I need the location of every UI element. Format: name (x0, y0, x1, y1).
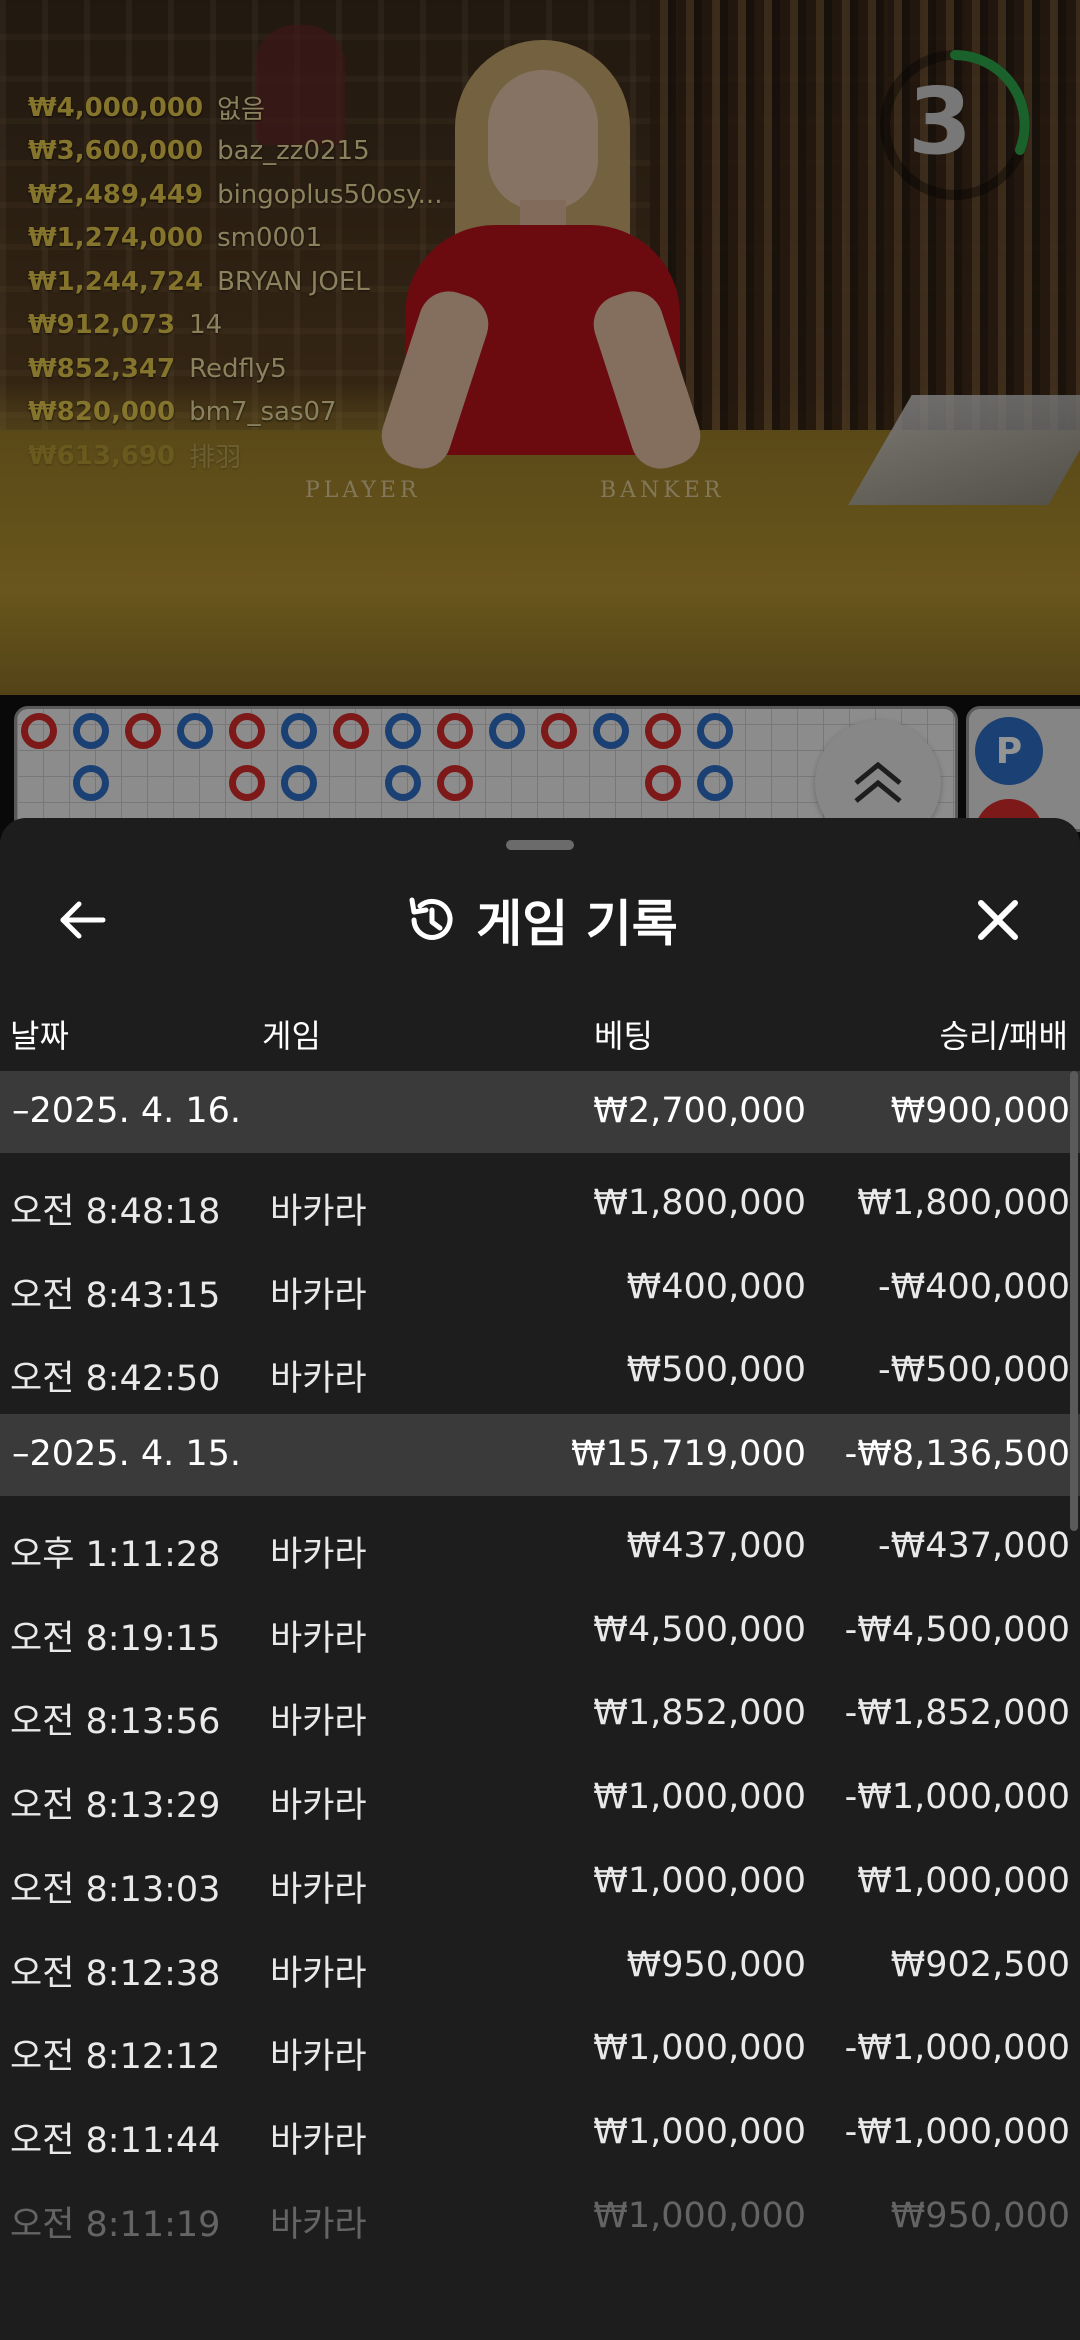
row-bet: ₩1,000,000 (593, 2028, 806, 2069)
row-game: 바카라 (270, 2037, 367, 2078)
row-game: 바카라 (270, 1786, 367, 1827)
row-result: ₩950,000 (890, 2195, 1070, 2236)
group-date: –2025. 4. 16. (12, 1091, 242, 1131)
history-row[interactable]: 오전 8:11:19 바카라 ₩1,000,000 ₩950,000 (0, 2176, 1080, 2260)
row-bet: ₩437,000 (626, 1526, 806, 1567)
row-time: 오전 8:13:56 (10, 1702, 221, 1743)
history-list[interactable]: –2025. 4. 16. ₩2,700,000 ₩900,000 오전 8:48:1… (0, 1071, 1080, 2259)
row-game: 바카라 (270, 2204, 367, 2245)
history-row[interactable]: 오전 8:13:03 바카라 ₩1,000,000 ₩1,000,000 (0, 1841, 1080, 1925)
row-result: ₩1,000,000 (857, 1860, 1070, 1901)
row-result: -₩1,000,000 (844, 2028, 1070, 2069)
history-row[interactable]: 오전 8:13:56 바카라 ₩1,852,000 -₩1,852,000 (0, 1673, 1080, 1757)
row-time: 오전 8:43:15 (10, 1275, 221, 1316)
history-icon (409, 897, 453, 940)
row-result: -₩400,000 (878, 1266, 1070, 1307)
history-row[interactable]: 오전 8:19:15 바카라 ₩4,500,000 -₩4,500,000 (0, 1590, 1080, 1674)
history-row[interactable]: 오후 1:11:28 바카라 ₩437,000 -₩437,000 (0, 1506, 1080, 1590)
row-time: 오전 8:13:29 (10, 1786, 221, 1827)
group-bet-total: ₩2,700,000 (593, 1091, 806, 1131)
row-time: 오전 8:19:15 (10, 1618, 221, 1659)
column-game: 게임 (262, 1017, 321, 1055)
game-history-sheet: 게임 기록 날짜 게임 베팅 승리/패배 –2025. 4. 16. ₩2,700… (0, 818, 1080, 2340)
row-result: -₩1,852,000 (844, 1693, 1070, 1734)
history-row[interactable]: 오전 8:13:29 바카라 ₩1,000,000 -₩1,000,000 (0, 1757, 1080, 1841)
group-bet-total: ₩15,719,000 (570, 1434, 806, 1475)
history-column-header: 날짜 게임 베팅 승리/패배 (0, 1003, 1080, 1063)
row-time: 오전 8:13:03 (10, 1869, 221, 1910)
row-time: 오후 1:11:28 (10, 1535, 221, 1576)
row-result: -₩1,000,000 (844, 1777, 1070, 1818)
row-bet: ₩400,000 (626, 1266, 806, 1307)
row-time: 오전 8:11:44 (10, 2120, 221, 2161)
close-button[interactable] (966, 888, 1030, 952)
close-icon (978, 900, 1018, 940)
history-row[interactable]: 오전 8:12:38 바카라 ₩950,000 ₩902,500 (0, 1925, 1080, 2009)
row-game: 바카라 (270, 1359, 367, 1400)
row-time: 오전 8:48:18 (10, 1192, 221, 1232)
column-date: 날짜 (10, 1017, 69, 1055)
sheet-grabber[interactable] (506, 840, 574, 850)
row-time: 오전 8:11:19 (10, 2204, 221, 2245)
row-bet: ₩950,000 (626, 1944, 806, 1985)
history-row[interactable]: 오전 8:12:12 바카라 ₩1,000,000 -₩1,000,000 (0, 2008, 1080, 2092)
row-game: 바카라 (270, 2120, 367, 2161)
row-game: 바카라 (270, 1869, 367, 1910)
row-result: -₩437,000 (878, 1526, 1070, 1567)
row-game: 바카라 (270, 1953, 367, 1994)
group-result-total: ₩900,000 (890, 1091, 1070, 1131)
history-row[interactable]: 오전 8:42:50 바카라 ₩500,000 -₩500,000 (0, 1330, 1080, 1414)
row-game: 바카라 (270, 1192, 367, 1232)
history-date-group[interactable]: –2025. 4. 15. ₩15,719,000 -₩8,136,500 (0, 1414, 1080, 1497)
scrollbar[interactable] (1070, 1071, 1078, 1531)
group-result-total: -₩8,136,500 (844, 1434, 1070, 1475)
row-bet: ₩1,852,000 (593, 1693, 806, 1734)
history-row[interactable]: 오전 8:48:18 바카라 ₩1,800,000 ₩1,800,000 (0, 1163, 1080, 1247)
row-game: 바카라 (270, 1702, 367, 1743)
row-bet: ₩500,000 (626, 1350, 806, 1391)
row-time: 오전 8:12:12 (10, 2037, 221, 2078)
row-bet: ₩1,800,000 (593, 1183, 806, 1223)
column-result: 승리/패배 (939, 1017, 1068, 1055)
row-game: 바카라 (270, 1618, 367, 1659)
row-bet: ₩1,000,000 (593, 1777, 806, 1818)
sheet-title: 게임 기록 (476, 895, 678, 953)
group-date: –2025. 4. 15. (12, 1434, 242, 1475)
row-game: 바카라 (270, 1275, 367, 1316)
row-time: 오전 8:12:38 (10, 1953, 221, 1994)
row-bet: ₩4,500,000 (593, 1609, 806, 1650)
row-result: -₩1,000,000 (844, 2111, 1070, 2152)
row-time: 오전 8:42:50 (10, 1359, 221, 1400)
row-bet: ₩1,000,000 (593, 2111, 806, 2152)
row-result: ₩902,500 (890, 1944, 1070, 1985)
row-game: 바카라 (270, 1535, 367, 1576)
row-result: -₩500,000 (878, 1350, 1070, 1391)
sheet-header: 게임 기록 (0, 880, 1080, 960)
row-result: -₩4,500,000 (844, 1609, 1070, 1650)
history-row[interactable]: 오전 8:43:15 바카라 ₩400,000 -₩400,000 (0, 1247, 1080, 1331)
history-row[interactable]: 오전 8:11:44 바카라 ₩1,000,000 -₩1,000,000 (0, 2092, 1080, 2176)
row-bet: ₩1,000,000 (593, 1860, 806, 1901)
history-date-group[interactable]: –2025. 4. 16. ₩2,700,000 ₩900,000 (0, 1071, 1080, 1153)
row-result: ₩1,800,000 (857, 1183, 1070, 1223)
row-bet: ₩1,000,000 (593, 2195, 806, 2236)
column-bet: 베팅 (594, 1017, 653, 1055)
